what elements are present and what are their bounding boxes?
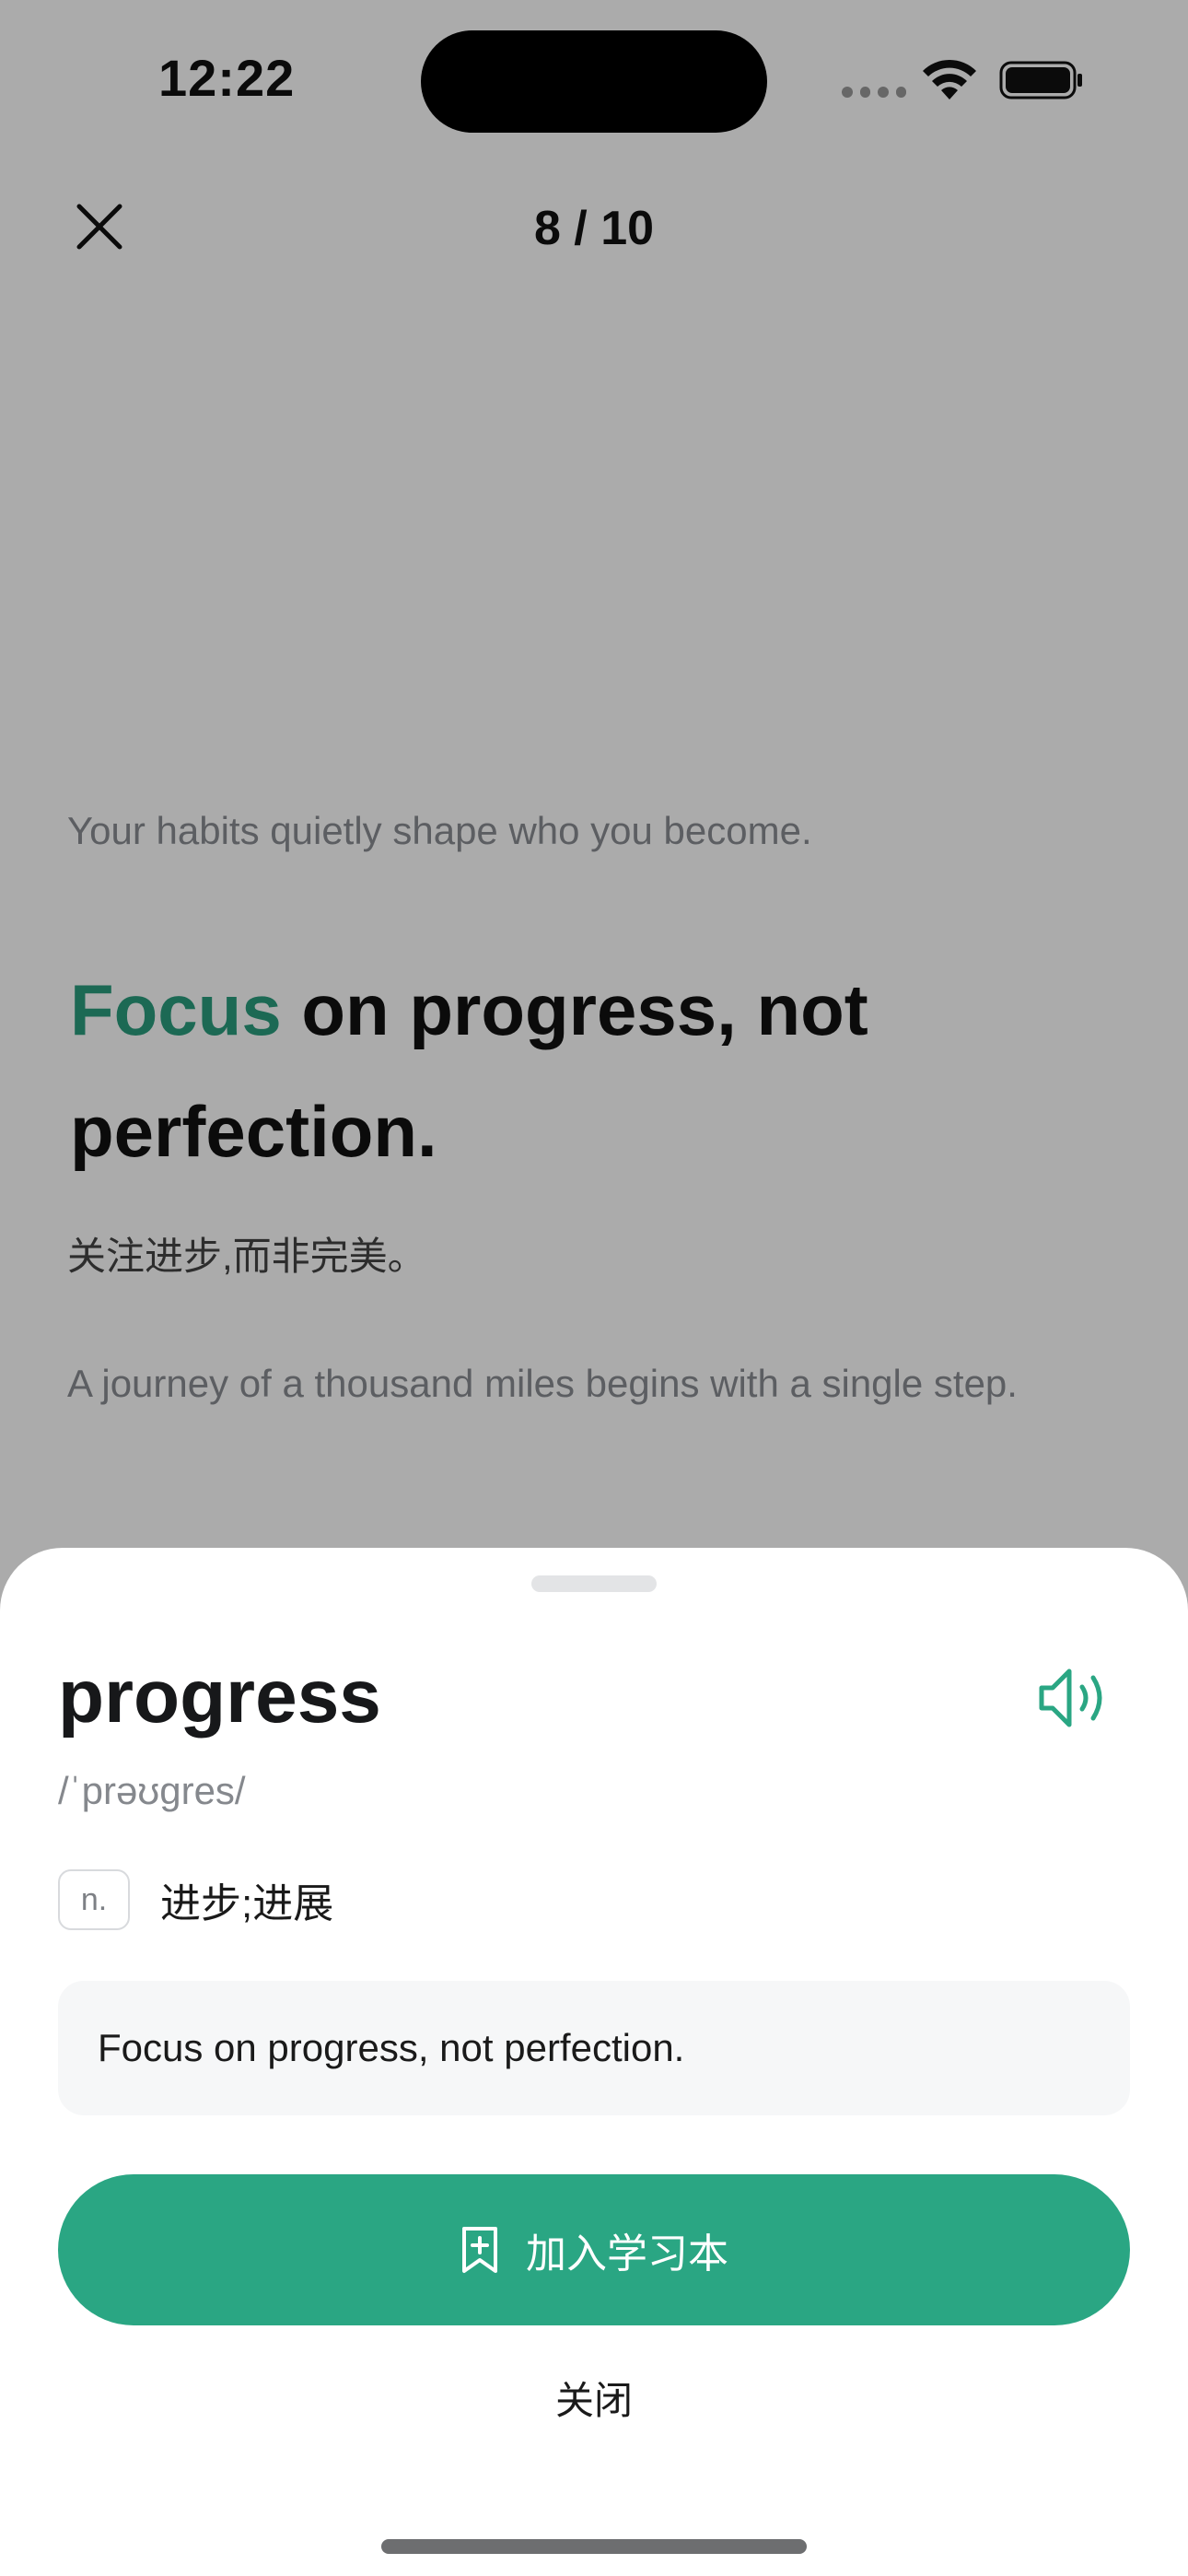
word-title: progress (58, 1655, 381, 1739)
home-indicator[interactable] (381, 2539, 807, 2554)
bookmark-add-icon (462, 2227, 497, 2273)
close-button[interactable]: 关闭 (0, 2370, 1188, 2426)
definition-row: n. 进步;进展 (58, 1868, 333, 1932)
sheet-grabber[interactable] (531, 1575, 657, 1592)
add-to-notebook-button[interactable]: 加入学习本 (58, 2174, 1130, 2325)
word-detail-sheet: progress /ˈprəʊɡres/ n. 进步;进展 Focus on p… (0, 1548, 1188, 2576)
example-sentence: Focus on progress, not perfection. (58, 1981, 1130, 2115)
screen: 12:22 8 / 10 Your habits quietly shape w… (0, 0, 1188, 2576)
speaker-icon[interactable] (1036, 1663, 1113, 1733)
part-of-speech-badge: n. (58, 1869, 130, 1930)
add-to-notebook-label: 加入学习本 (526, 2231, 728, 2277)
word-meaning: 进步;进展 (160, 1881, 334, 1926)
phonetic: /ˈprəʊɡres/ (58, 1769, 246, 1812)
